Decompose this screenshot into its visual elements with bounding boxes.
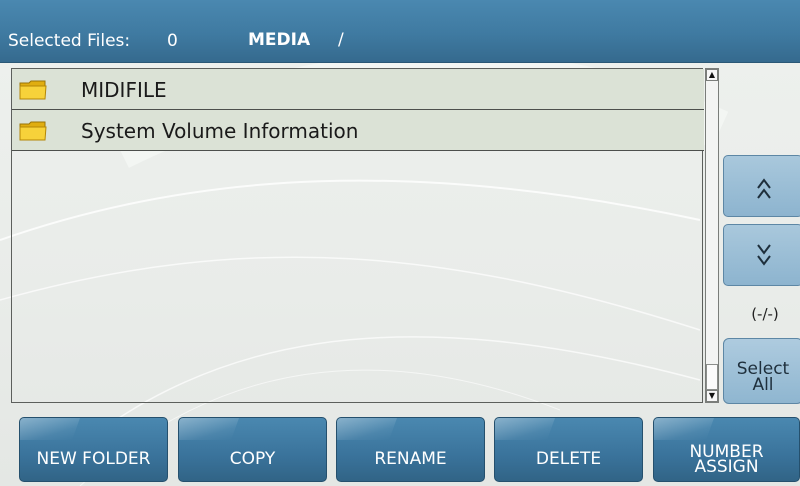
rename-label: RENAME	[374, 449, 447, 469]
button-highlight	[654, 418, 714, 440]
list-scrollbar[interactable]: ▲ ▼	[705, 68, 719, 403]
number-assign-label-line2: ASSIGN	[694, 457, 759, 477]
delete-button[interactable]: DELETE	[494, 417, 643, 482]
rename-button[interactable]: RENAME	[336, 417, 485, 482]
copy-label: COPY	[229, 449, 276, 469]
file-name: MIDIFILE	[81, 78, 167, 102]
folder-icon	[19, 80, 47, 100]
page-indicator: (-/-)	[751, 305, 779, 323]
new-folder-button[interactable]: NEW FOLDER	[19, 417, 168, 482]
select-all-label-line2: All	[752, 375, 774, 395]
scroll-down-arrow-icon[interactable]: ▼	[706, 390, 718, 402]
file-name: System Volume Information	[81, 119, 359, 143]
selected-files-count: 0	[167, 31, 178, 51]
button-highlight	[20, 418, 81, 440]
file-row[interactable]: System Volume Information	[12, 110, 704, 151]
copy-button[interactable]: COPY	[178, 417, 327, 482]
scroll-up-arrow-icon[interactable]: ▲	[706, 69, 718, 81]
folder-icon	[19, 121, 47, 141]
number-assign-button[interactable]: NUMBER ASSIGN	[653, 417, 800, 482]
double-chevron-up-icon	[757, 178, 771, 199]
selected-files-label: Selected Files:	[8, 31, 131, 51]
delete-label: DELETE	[535, 449, 602, 469]
current-path: MEDIA	[248, 30, 311, 50]
select-all-button[interactable]: Select All	[723, 338, 800, 404]
button-highlight	[495, 418, 555, 440]
double-chevron-down-icon	[757, 244, 771, 266]
page-down-button[interactable]	[723, 224, 800, 286]
button-highlight	[179, 418, 239, 440]
new-folder-label: NEW FOLDER	[36, 449, 151, 469]
button-highlight	[337, 418, 397, 440]
file-list: MIDIFILE System Volume Information	[11, 68, 704, 403]
scroll-thumb[interactable]	[706, 364, 718, 390]
path-separator: /	[338, 30, 344, 50]
header-bar: Selected Files: 0 MEDIA /	[0, 0, 800, 63]
page-up-button[interactable]	[723, 155, 800, 217]
file-row[interactable]: MIDIFILE	[12, 69, 704, 110]
